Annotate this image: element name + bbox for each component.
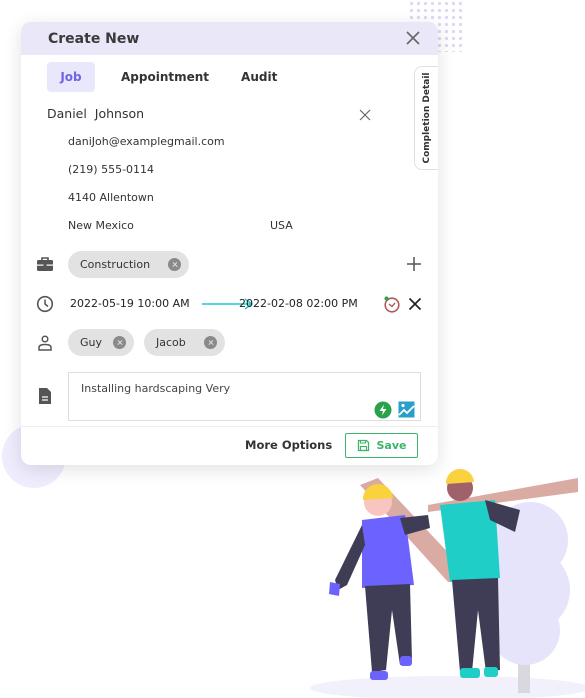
- category-chip: Construction: [68, 251, 189, 278]
- document-icon: [39, 388, 51, 404]
- category-chip-label: Construction: [80, 258, 151, 271]
- tab-bar: Job Appointment Audit: [47, 62, 291, 92]
- assignee-chip: Jacob: [144, 329, 225, 356]
- briefcase-icon: [37, 257, 53, 271]
- contact-address: 4140 Allentown: [68, 191, 154, 204]
- add-icon[interactable]: [406, 256, 422, 272]
- image-icon[interactable]: [398, 401, 415, 418]
- tab-appointment[interactable]: Appointment: [107, 62, 223, 92]
- contact-state: New Mexico: [68, 219, 134, 232]
- dialog-title: Create New: [48, 30, 140, 47]
- save-button[interactable]: Save: [345, 433, 418, 458]
- timer-icon[interactable]: [383, 295, 401, 313]
- user-icon: [38, 335, 52, 351]
- clear-schedule-icon[interactable]: [408, 297, 422, 311]
- construction-workers-illustration: [310, 468, 585, 698]
- assignee-chip-label: Guy: [80, 336, 103, 349]
- remove-chip-icon[interactable]: [204, 336, 217, 349]
- remove-contact-icon[interactable]: [358, 108, 372, 122]
- create-new-dialog: Create New Job Appointment Audit Daniel …: [21, 22, 438, 465]
- contact-email: daniJoh@examplegmail.com: [68, 135, 225, 148]
- close-icon[interactable]: [404, 29, 422, 47]
- assignee-chip-label: Jacob: [156, 336, 186, 349]
- tab-job[interactable]: Job: [47, 62, 95, 92]
- contact-name: Daniel Johnson: [47, 106, 145, 121]
- remove-chip-icon[interactable]: [113, 336, 126, 349]
- end-datetime[interactable]: 2022-02-08 02:00 PM: [239, 297, 358, 310]
- footer-divider: [21, 426, 438, 427]
- save-icon: [357, 439, 369, 452]
- lightning-icon[interactable]: [374, 401, 392, 419]
- notes-textarea[interactable]: Installing hardscaping Very: [68, 372, 421, 421]
- start-datetime[interactable]: 2022-05-19 10:00 AM: [70, 297, 190, 310]
- tab-audit[interactable]: Audit: [227, 62, 291, 92]
- ground-shadow: [310, 676, 585, 698]
- save-button-label: Save: [376, 439, 407, 452]
- worker-1: [329, 483, 430, 680]
- clock-icon: [36, 295, 54, 313]
- dialog-header: Create New: [21, 22, 438, 55]
- more-options-button[interactable]: More Options: [245, 438, 332, 452]
- remove-chip-icon[interactable]: [168, 258, 181, 271]
- completion-detail-tab[interactable]: Completion Detail: [414, 66, 438, 170]
- contact-country: USA: [270, 219, 293, 232]
- completion-detail-label: Completion Detail: [421, 72, 432, 164]
- assignee-chip: Guy: [68, 329, 134, 356]
- contact-phone: (219) 555-0114: [68, 163, 155, 176]
